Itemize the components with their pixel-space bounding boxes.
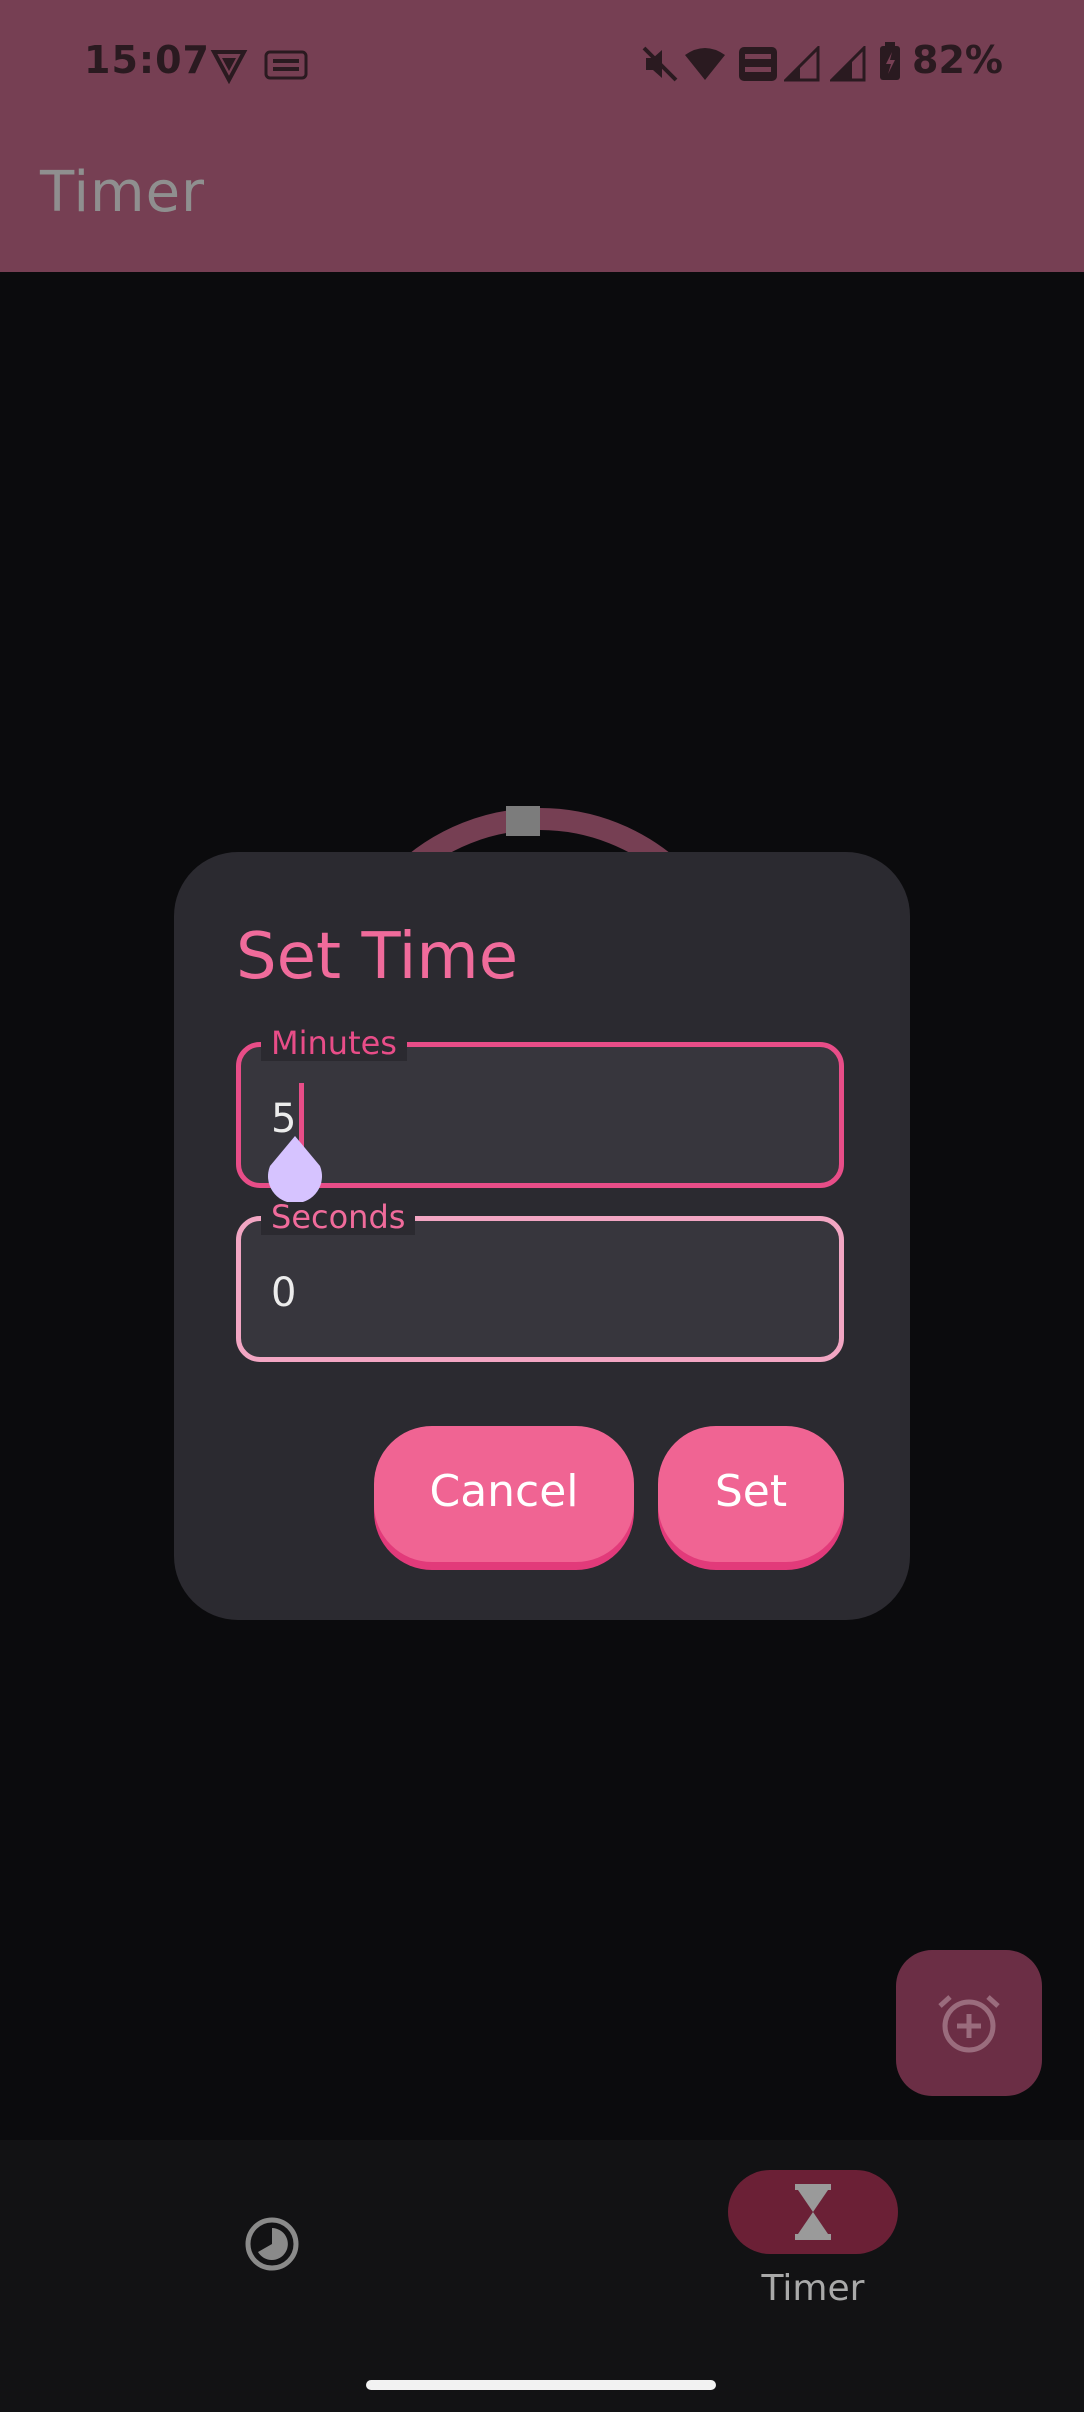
- seconds-input[interactable]: [271, 1263, 811, 1323]
- mute-icon: [642, 46, 678, 82]
- set-button[interactable]: Set: [658, 1426, 844, 1562]
- timer-progress-marker: [506, 806, 540, 836]
- volte-wifi-icon: [739, 47, 777, 81]
- app-bar: 15:07 82% Timer: [0, 0, 1084, 272]
- minutes-label: Minutes: [261, 1025, 407, 1061]
- add-alarm-icon: [938, 1995, 1000, 2053]
- battery-icon: [880, 42, 900, 80]
- minutes-input[interactable]: [271, 1089, 811, 1149]
- temu-icon: [264, 50, 308, 80]
- nav-item-clock[interactable]: [244, 2216, 300, 2276]
- set-time-dialog: Set Time Minutes Seconds Cancel Set: [174, 852, 910, 1620]
- status-time: 15:07: [84, 38, 210, 82]
- hourglass-icon: [795, 2184, 831, 2240]
- minutes-field[interactable]: Minutes: [236, 1025, 844, 1188]
- page-title: Timer: [40, 160, 206, 225]
- home-indicator[interactable]: [366, 2380, 716, 2390]
- wifi-icon: [685, 48, 725, 80]
- seconds-field[interactable]: Seconds: [236, 1199, 844, 1362]
- bottom-navigation: [0, 2140, 1084, 2412]
- dialog-title: Set Time: [236, 920, 519, 994]
- seconds-label: Seconds: [261, 1199, 416, 1235]
- vpn-icon: [210, 50, 248, 84]
- status-bar: 15:07 82%: [0, 0, 1084, 130]
- cancel-button[interactable]: Cancel: [374, 1426, 634, 1562]
- battery-percentage: 82%: [912, 38, 1003, 82]
- signal-icon: [784, 46, 820, 82]
- clock-icon: [245, 2217, 299, 2271]
- nav-item-timer[interactable]: [728, 2170, 898, 2254]
- nav-label-timer: Timer: [761, 2268, 865, 2309]
- cursor-handle[interactable]: [266, 1136, 324, 1202]
- add-alarm-button[interactable]: [896, 1950, 1042, 2096]
- signal-icon-2: [830, 46, 866, 82]
